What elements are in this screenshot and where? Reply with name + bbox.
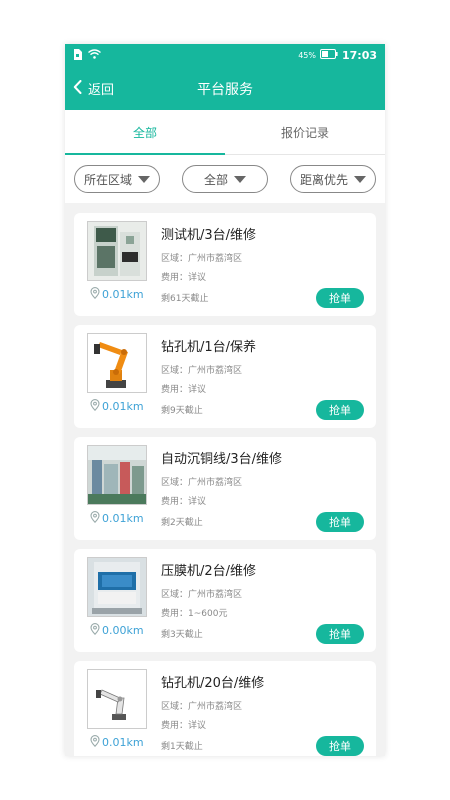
order-fee: 费用：详议 <box>161 273 207 283</box>
order-deadline: 剩1天截止 <box>161 742 203 752</box>
order-region: 区域：广州市荔湾区 <box>161 478 243 488</box>
location-pin-icon <box>90 287 100 302</box>
location-pin-icon <box>90 511 100 526</box>
filter-bar: 所在区域 全部 距离优先 <box>65 155 385 203</box>
order-title: 测试机/3台/维修 <box>161 228 257 243</box>
distance-value: 0.01km <box>102 288 144 301</box>
grab-order-button[interactable]: 抢单 <box>316 624 364 644</box>
order-deadline: 剩61天截止 <box>161 294 209 304</box>
order-card[interactable]: 0.01km 钻孔机/1台/保养 区域：广州市荔湾区 费用：详议 剩9天截止 抢… <box>74 325 376 428</box>
caret-down-icon <box>138 175 150 183</box>
distance: 0.01km <box>90 735 144 750</box>
distance-value: 0.01km <box>102 512 144 525</box>
order-card[interactable]: 0.01km 钻孔机/20台/维修 区域：广州市荔湾区 费用：详议 剩1天截止 … <box>74 661 376 756</box>
app-bar: 返回 平台服务 <box>65 67 385 110</box>
order-card[interactable]: 0.00km 压膜机/2台/维修 区域：广州市荔湾区 费用：1~600元 剩3天… <box>74 549 376 652</box>
order-title: 钻孔机/20台/维修 <box>161 676 265 691</box>
order-card[interactable]: 0.01km 测试机/3台/维修 区域：广州市荔湾区 费用：详议 剩61天截止 … <box>74 213 376 316</box>
order-region: 区域：广州市荔湾区 <box>161 702 243 712</box>
orange-robot-arm-image <box>87 333 147 393</box>
laminator-image <box>87 557 147 617</box>
phone-screen: 45% 17:03 返回 平台服务 全部 报价记录 所在区域 全部 距离优先 0… <box>65 44 385 756</box>
location-pin-icon <box>90 399 100 414</box>
battery-percent: 45% <box>298 51 316 60</box>
wifi-icon <box>88 49 101 62</box>
back-button[interactable]: 返回 <box>73 67 114 110</box>
order-region: 区域：广州市荔湾区 <box>161 254 243 264</box>
distance-value: 0.01km <box>102 736 144 749</box>
order-region: 区域：广州市荔湾区 <box>161 590 243 600</box>
tab-all[interactable]: 全部 <box>65 110 225 155</box>
order-fee: 费用：1~600元 <box>161 609 228 619</box>
tab-quote-records[interactable]: 报价记录 <box>225 110 385 154</box>
chevron-left-icon <box>73 79 82 98</box>
sort-filter-dropdown[interactable]: 距离优先 <box>290 165 376 193</box>
battery-icon <box>319 49 338 62</box>
factory-line-image <box>87 445 147 505</box>
order-title: 压膜机/2台/维修 <box>161 564 257 579</box>
category-filter-dropdown[interactable]: 全部 <box>182 165 268 193</box>
category-filter-label: 全部 <box>203 172 228 187</box>
order-list: 0.01km 测试机/3台/维修 区域：广州市荔湾区 费用：详议 剩61天截止 … <box>65 203 385 756</box>
caret-down-icon <box>234 175 246 183</box>
distance: 0.01km <box>90 511 144 526</box>
distance-value: 0.00km <box>102 624 144 637</box>
grab-order-button[interactable]: 抢单 <box>316 400 364 420</box>
order-fee: 费用：详议 <box>161 497 207 507</box>
order-title: 自动沉铜线/3台/维修 <box>161 452 283 467</box>
distance-value: 0.01km <box>102 400 144 413</box>
back-label: 返回 <box>88 83 115 98</box>
grab-order-button[interactable]: 抢单 <box>316 288 364 308</box>
test-machine-image <box>87 221 147 281</box>
order-deadline: 剩9天截止 <box>161 406 203 416</box>
distance: 0.00km <box>90 623 144 638</box>
sim-icon <box>73 48 82 63</box>
order-title: 钻孔机/1台/保养 <box>161 340 257 355</box>
location-pin-icon <box>90 735 100 750</box>
distance: 0.01km <box>90 287 144 302</box>
sort-filter-label: 距离优先 <box>299 172 348 187</box>
distance: 0.01km <box>90 399 144 414</box>
region-filter-dropdown[interactable]: 所在区域 <box>74 165 160 193</box>
location-pin-icon <box>90 623 100 638</box>
tab-bar: 全部 报价记录 <box>65 110 385 155</box>
order-deadline: 剩2天截止 <box>161 518 203 528</box>
grab-order-button[interactable]: 抢单 <box>316 736 364 756</box>
order-fee: 费用：详议 <box>161 385 207 395</box>
region-filter-label: 所在区域 <box>83 172 132 187</box>
grab-order-button[interactable]: 抢单 <box>316 512 364 532</box>
order-deadline: 剩3天截止 <box>161 630 203 640</box>
order-region: 区域：广州市荔湾区 <box>161 366 243 376</box>
clock: 17:03 <box>341 49 377 62</box>
order-card[interactable]: 0.01km 自动沉铜线/3台/维修 区域：广州市荔湾区 费用：详议 剩2天截止… <box>74 437 376 540</box>
white-robot-arm-image <box>87 669 147 729</box>
caret-down-icon <box>354 175 366 183</box>
status-bar: 45% 17:03 <box>65 44 385 67</box>
order-fee: 费用：详议 <box>161 721 207 731</box>
